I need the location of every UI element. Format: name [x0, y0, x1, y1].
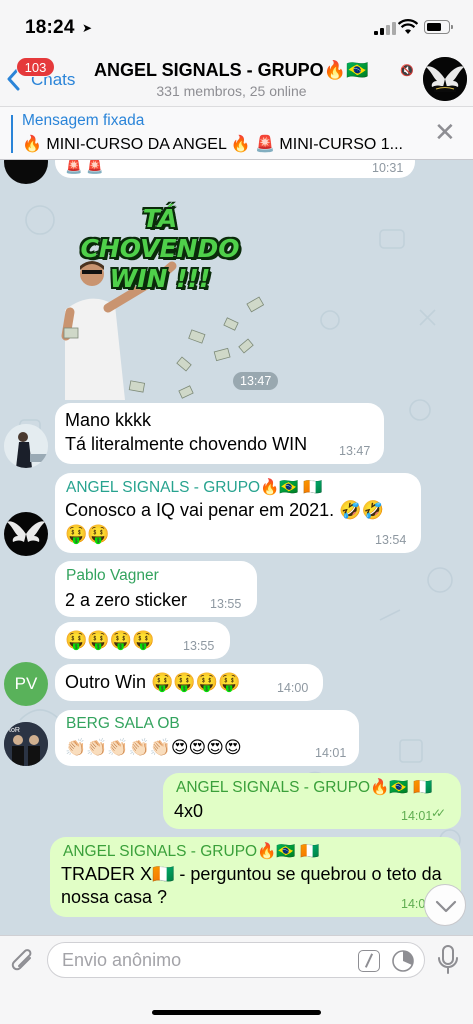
- message-time: 14:01: [315, 746, 347, 760]
- message-time: 14:00: [277, 681, 309, 695]
- message-list[interactable]: 🚨 🚨 10:31 TÁ CHOVENDO WIN !!! 13:47 Mano…: [0, 160, 473, 935]
- message-bubble[interactable]: 🚨 🚨 10:31: [55, 160, 415, 178]
- message-text: 👏🏻👏🏻👏🏻👏🏻👏🏻😍😍😍😍: [65, 738, 242, 757]
- sender-name[interactable]: Pablo Vagner: [66, 567, 159, 585]
- scroll-to-bottom-button[interactable]: [424, 884, 466, 926]
- sender-avatar[interactable]: toR: [4, 722, 48, 766]
- home-indicator: [152, 1010, 321, 1015]
- message-text: Conosco a IQ vai penar em 2021. 🤣🤣: [65, 500, 384, 520]
- pinned-message-banner[interactable]: Mensagem fixada 🔥 MINI-CURSO DA ANGEL 🔥 …: [0, 106, 473, 160]
- message-time: 10:31: [372, 161, 404, 175]
- message-time: 13:47: [339, 444, 371, 458]
- message-bubble[interactable]: 🤑🤑🤑🤑 13:55: [55, 622, 230, 659]
- sender-avatar[interactable]: [4, 512, 48, 556]
- message-time: 14:01: [401, 809, 433, 823]
- message-time: 13:54: [375, 533, 407, 547]
- message-text: 🤑🤑🤑🤑: [65, 630, 155, 650]
- muted-icon: 🔇: [400, 65, 414, 77]
- location-arrow-icon: ➤: [82, 21, 93, 35]
- sticker-caption: TÁ CHOVENDO WIN !!!: [80, 204, 240, 293]
- message-bubble[interactable]: Pablo Vagner 2 a zero sticker 13:55: [55, 561, 257, 617]
- message-text: Mano kkkk: [65, 410, 152, 430]
- message-input-bar: [0, 935, 473, 1024]
- cellular-signal-icon: [374, 22, 396, 35]
- wifi-icon: [398, 19, 418, 34]
- pinned-indicator-bar: [11, 115, 13, 153]
- group-avatar[interactable]: [423, 57, 467, 101]
- message-bubble[interactable]: Mano kkkk Tá literalmente chovendo WIN 1…: [55, 403, 384, 464]
- close-icon[interactable]: ✕: [434, 117, 456, 148]
- message-text: Outro Win 🤑🤑🤑🤑: [65, 672, 241, 692]
- sender-name: ANGEL SIGNALS - GRUPO🔥🇧🇷 🇨🇮: [176, 779, 433, 796]
- message-text: 2 a zero sticker: [65, 590, 188, 610]
- sender-avatar[interactable]: PV: [4, 662, 48, 706]
- message-time: 14:0: [401, 897, 426, 911]
- chat-title[interactable]: ANGEL SIGNALS - GRUPO🔥🇧🇷: [94, 60, 369, 81]
- sender-name[interactable]: BERG SALA OB: [66, 715, 180, 733]
- unread-count-badge: 103: [16, 57, 55, 77]
- bot-commands-icon[interactable]: [358, 950, 380, 972]
- pinned-text: 🔥 MINI-CURSO DA ANGEL 🔥 🚨 MINI-CURSO 1..…: [22, 136, 403, 153]
- read-checkmarks-icon: ✓✓: [431, 806, 446, 820]
- message-text: 🚨 🚨: [65, 160, 104, 174]
- message-text-field[interactable]: [62, 950, 342, 971]
- message-bubble[interactable]: BERG SALA OB 👏🏻👏🏻👏🏻👏🏻👏🏻😍😍😍😍 14:01: [55, 710, 359, 766]
- message-bubble-outgoing[interactable]: ANGEL SIGNALS - GRUPO🔥🇧🇷 🇨🇮 TRADER X🇨🇮 -…: [50, 837, 461, 917]
- status-bar: 18:24 ➤: [0, 0, 473, 50]
- microphone-icon[interactable]: [437, 944, 459, 976]
- sender-name[interactable]: ANGEL SIGNALS - GRUPO🔥🇧🇷 🇨🇮: [66, 478, 322, 497]
- battery-icon: [424, 20, 453, 34]
- message-text: Tá literalmente chovendo WIN: [65, 434, 308, 454]
- sticker-message[interactable]: TÁ CHOVENDO WIN !!! 13:47: [60, 200, 280, 400]
- message-bubble-outgoing[interactable]: ANGEL SIGNALS - GRUPO🔥🇧🇷 🇨🇮 4x0 14:01 ✓✓: [163, 773, 461, 829]
- chat-subtitle[interactable]: 331 membros, 25 online: [0, 83, 473, 99]
- chevron-down-icon: [435, 900, 457, 913]
- chat-header: Chats 103 ANGEL SIGNALS - GRUPO🔥🇧🇷 🔇 331…: [0, 50, 473, 106]
- message-text: TRADER X🇨🇮 - perguntou se quebrou o teto…: [61, 864, 442, 907]
- message-bubble[interactable]: ANGEL SIGNALS - GRUPO🔥🇧🇷 🇨🇮 Conosco a IQ…: [55, 473, 421, 553]
- status-time: 18:24: [25, 17, 75, 38]
- message-time: 13:55: [183, 639, 215, 653]
- message-text: 🤑🤑: [65, 524, 110, 544]
- message-time: 13:55: [210, 597, 242, 611]
- svg-text:toR: toR: [9, 727, 20, 734]
- sender-avatar[interactable]: [4, 424, 48, 468]
- pinned-title: Mensagem fixada: [22, 112, 145, 129]
- timer-icon[interactable]: [391, 949, 415, 973]
- message-input[interactable]: [47, 942, 425, 978]
- paperclip-icon[interactable]: [10, 947, 36, 975]
- message-text: 4x0: [174, 801, 204, 821]
- message-time: 13:47: [233, 372, 279, 390]
- message-bubble[interactable]: Outro Win 🤑🤑🤑🤑 14:00: [55, 664, 323, 701]
- sender-name: ANGEL SIGNALS - GRUPO🔥🇧🇷 🇨🇮: [63, 843, 320, 860]
